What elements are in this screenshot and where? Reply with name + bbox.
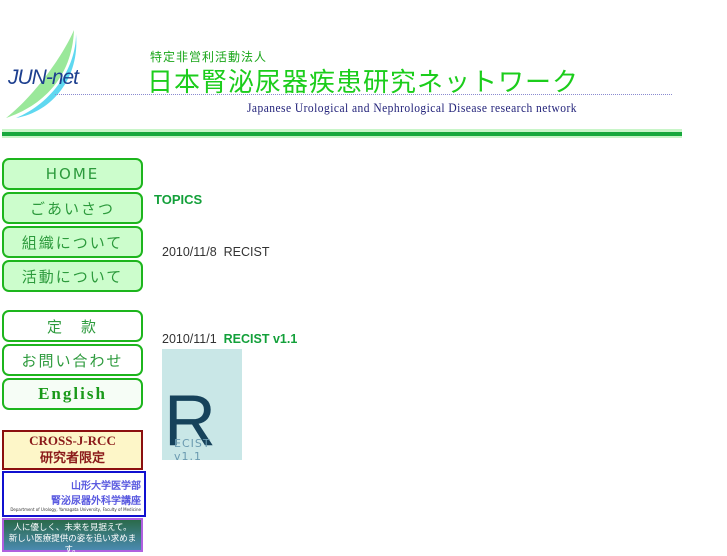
banner-line: 研究者限定 bbox=[39, 450, 105, 465]
divider bbox=[55, 94, 672, 95]
banner-line: 新しい医療提供の姿を追い求めます。 bbox=[8, 534, 137, 555]
news-title: RECIST bbox=[223, 245, 270, 259]
site-subtitle: Japanese Urological and Nephrological Di… bbox=[247, 101, 577, 115]
yamagata-banner[interactable]: 山形大学医学部 腎泌尿器外科学講座 Department of Urology,… bbox=[2, 471, 146, 517]
news-date: 2010/11/1 bbox=[162, 332, 217, 346]
news-link[interactable]: RECIST v1.1 bbox=[224, 332, 298, 346]
news-date: 2010/11/8 bbox=[162, 245, 217, 259]
news-item: 2010/11/8 RECIST bbox=[162, 245, 269, 259]
banner-line: CROSS-J-RCC bbox=[29, 433, 116, 448]
banner-line: 腎泌尿器外科学講座 bbox=[51, 496, 141, 507]
header-rule bbox=[2, 136, 682, 138]
cross-j-rcc-banner[interactable]: CROSS-J-RCC 研究者限定 bbox=[2, 430, 143, 470]
logo-text[interactable]: JUN-net bbox=[8, 66, 79, 90]
thumb-text: ECIST v1.1 bbox=[174, 437, 211, 460]
nav-english[interactable]: English bbox=[2, 378, 143, 410]
recist-thumbnail[interactable]: R ECIST v1.1 bbox=[162, 349, 242, 460]
nav-home[interactable]: HOME bbox=[2, 158, 143, 190]
topics-heading: TOPICS bbox=[154, 192, 203, 207]
nav-articles[interactable]: 定 款 bbox=[2, 310, 143, 342]
nav-contact[interactable]: お問い合わせ bbox=[2, 344, 143, 376]
nav-organization[interactable]: 組織について bbox=[2, 226, 143, 258]
news-item: 2010/11/1 RECIST v1.1 bbox=[162, 332, 297, 346]
banner-line: Department of Urology, Yamagata Universi… bbox=[10, 507, 141, 512]
banner-line: 山形大学医学部 bbox=[71, 481, 141, 492]
third-banner[interactable]: 人に優しく、未来を見据えて。 新しい医療提供の姿を追い求めます。 bbox=[2, 518, 143, 555]
nav-activities[interactable]: 活動について bbox=[2, 260, 143, 292]
banner-line: 人に優しく、未来を見据えて。 bbox=[13, 523, 132, 533]
nav-greeting[interactable]: ごあいさつ bbox=[2, 192, 143, 224]
